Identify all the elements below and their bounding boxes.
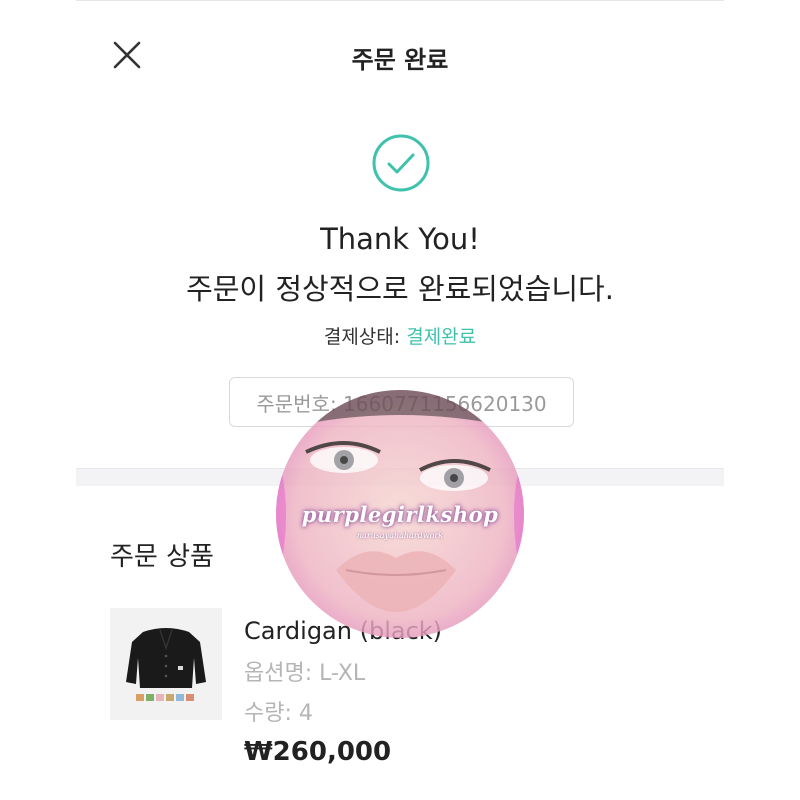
watermark-subtext: narusayahahardwork — [356, 531, 444, 540]
page-title: 주문 완료 — [351, 46, 449, 74]
thank-you-title: Thank You! — [320, 222, 480, 256]
payment-status-value: 결제완료 — [406, 326, 477, 348]
product-option: 옵션명: L-XL — [244, 661, 366, 686]
payment-status: 결제상태: 결제완료 — [76, 322, 724, 349]
product-price: ₩260,000 — [244, 737, 392, 767]
product-quantity: 수량: 4 — [244, 701, 313, 726]
watermark: purplegirlkshop narusayahahardwork — [276, 390, 524, 638]
product-image[interactable] — [110, 608, 222, 720]
watermark-text: purplegirlkshop — [301, 502, 499, 527]
ordered-products-title: 주문 상품 — [110, 542, 214, 572]
payment-status-label: 결제상태: — [323, 326, 407, 348]
check-circle-icon — [372, 134, 430, 192]
order-complete-message: 주문이 정상적으로 완료되었습니다. — [186, 272, 614, 306]
header: 주문 완료 — [76, 20, 724, 90]
top-border — [76, 0, 724, 1]
